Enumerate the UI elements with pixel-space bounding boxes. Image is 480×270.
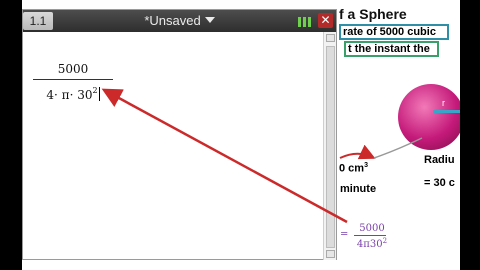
screen-area: f a Sphere rate of 5000 cubic t the inst… <box>22 0 460 270</box>
expression-entry[interactable]: 5000 4· π· 302 <box>33 62 113 102</box>
document-toolbar: 1.1 *Unsaved ✕ <box>23 10 336 32</box>
vertical-scrollbar[interactable] <box>323 32 336 260</box>
result-denominator: 4π302 <box>356 237 388 250</box>
radius-heading: Radiu <box>424 154 455 166</box>
result-fraction-bar <box>354 235 386 236</box>
minute-text: minute <box>340 183 377 195</box>
volume-rate-unit: 0 cm3 <box>339 162 368 175</box>
result-numerator: 5000 <box>359 223 385 234</box>
close-button[interactable]: ✕ <box>318 13 333 28</box>
document-title-text: *Unsaved <box>144 13 201 28</box>
result-fraction: = 5000 4π302 <box>340 223 390 250</box>
calculator-window: 1.1 *Unsaved ✕ 5000 4· π· 302 <box>22 9 337 260</box>
battery-icon <box>298 14 312 27</box>
text-cursor <box>98 87 100 101</box>
highlight-box-rate: rate of 5000 cubic <box>339 24 449 40</box>
expression-denominator: 4· π· 302 <box>46 86 100 102</box>
radius-line <box>433 110 460 113</box>
sphere-radius-label: r <box>442 98 445 108</box>
scroll-thumb[interactable] <box>326 46 335 248</box>
result-equals: = <box>340 229 349 240</box>
document-title[interactable]: *Unsaved <box>23 13 336 28</box>
fraction-bar <box>33 79 113 80</box>
chevron-down-icon <box>204 17 215 23</box>
highlight-box-instant: t the instant the <box>344 41 439 57</box>
calculator-workspace[interactable]: 5000 4· π· 302 <box>23 32 324 260</box>
slide-title: f a Sphere <box>339 6 407 22</box>
sphere-image <box>398 84 460 150</box>
scroll-down-button[interactable] <box>326 250 335 258</box>
radius-value: = 30 c <box>424 177 455 189</box>
scroll-up-button[interactable] <box>326 34 335 42</box>
expression-numerator: 5000 <box>57 62 89 76</box>
small-arrow <box>339 144 376 160</box>
